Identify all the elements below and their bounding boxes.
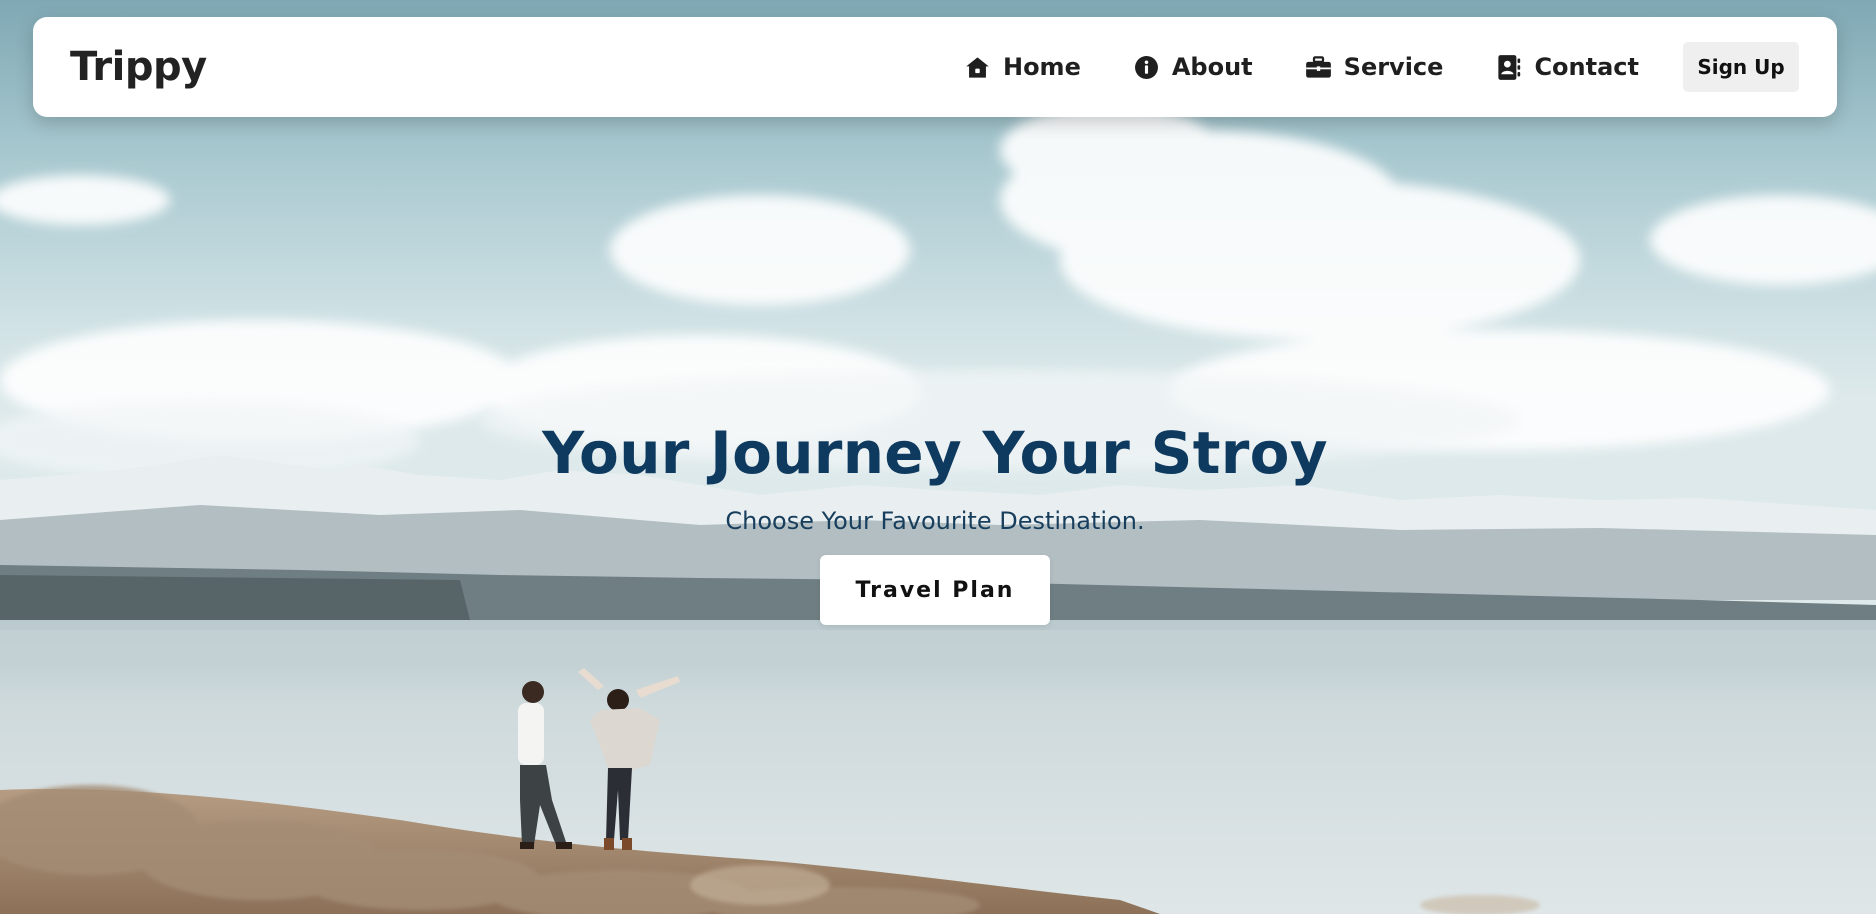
- nav-item-about[interactable]: About: [1133, 53, 1253, 81]
- info-icon: [1133, 54, 1160, 81]
- home-icon: [964, 54, 991, 81]
- nav-item-label: Contact: [1534, 53, 1639, 81]
- nav-item-contact[interactable]: Contact: [1495, 53, 1639, 81]
- hero-content: Your Journey Your Stroy Choose Your Favo…: [0, 418, 1870, 625]
- address-book-icon: [1495, 54, 1522, 81]
- nav-item-service[interactable]: Service: [1305, 53, 1444, 81]
- nav-item-label: About: [1171, 53, 1253, 81]
- hero-title: Your Journey Your Stroy: [542, 419, 1328, 487]
- nav-item-label: Home: [1002, 53, 1081, 81]
- briefcase-icon: [1305, 54, 1332, 81]
- sign-up-button[interactable]: Sign Up: [1683, 42, 1799, 92]
- logo[interactable]: Trippy: [70, 44, 207, 90]
- navbar: Trippy Home About Service Contact Sign U…: [33, 17, 1837, 117]
- travel-plan-button[interactable]: Travel Plan: [820, 555, 1050, 625]
- nav-item-home[interactable]: Home: [964, 53, 1081, 81]
- nav-item-label: Service: [1343, 53, 1444, 81]
- hero-subtitle: Choose Your Favourite Destination.: [725, 507, 1145, 535]
- nav-links: Home About Service Contact: [964, 17, 1639, 117]
- hero-section: Trippy Home About Service Contact Sign U…: [0, 0, 1876, 914]
